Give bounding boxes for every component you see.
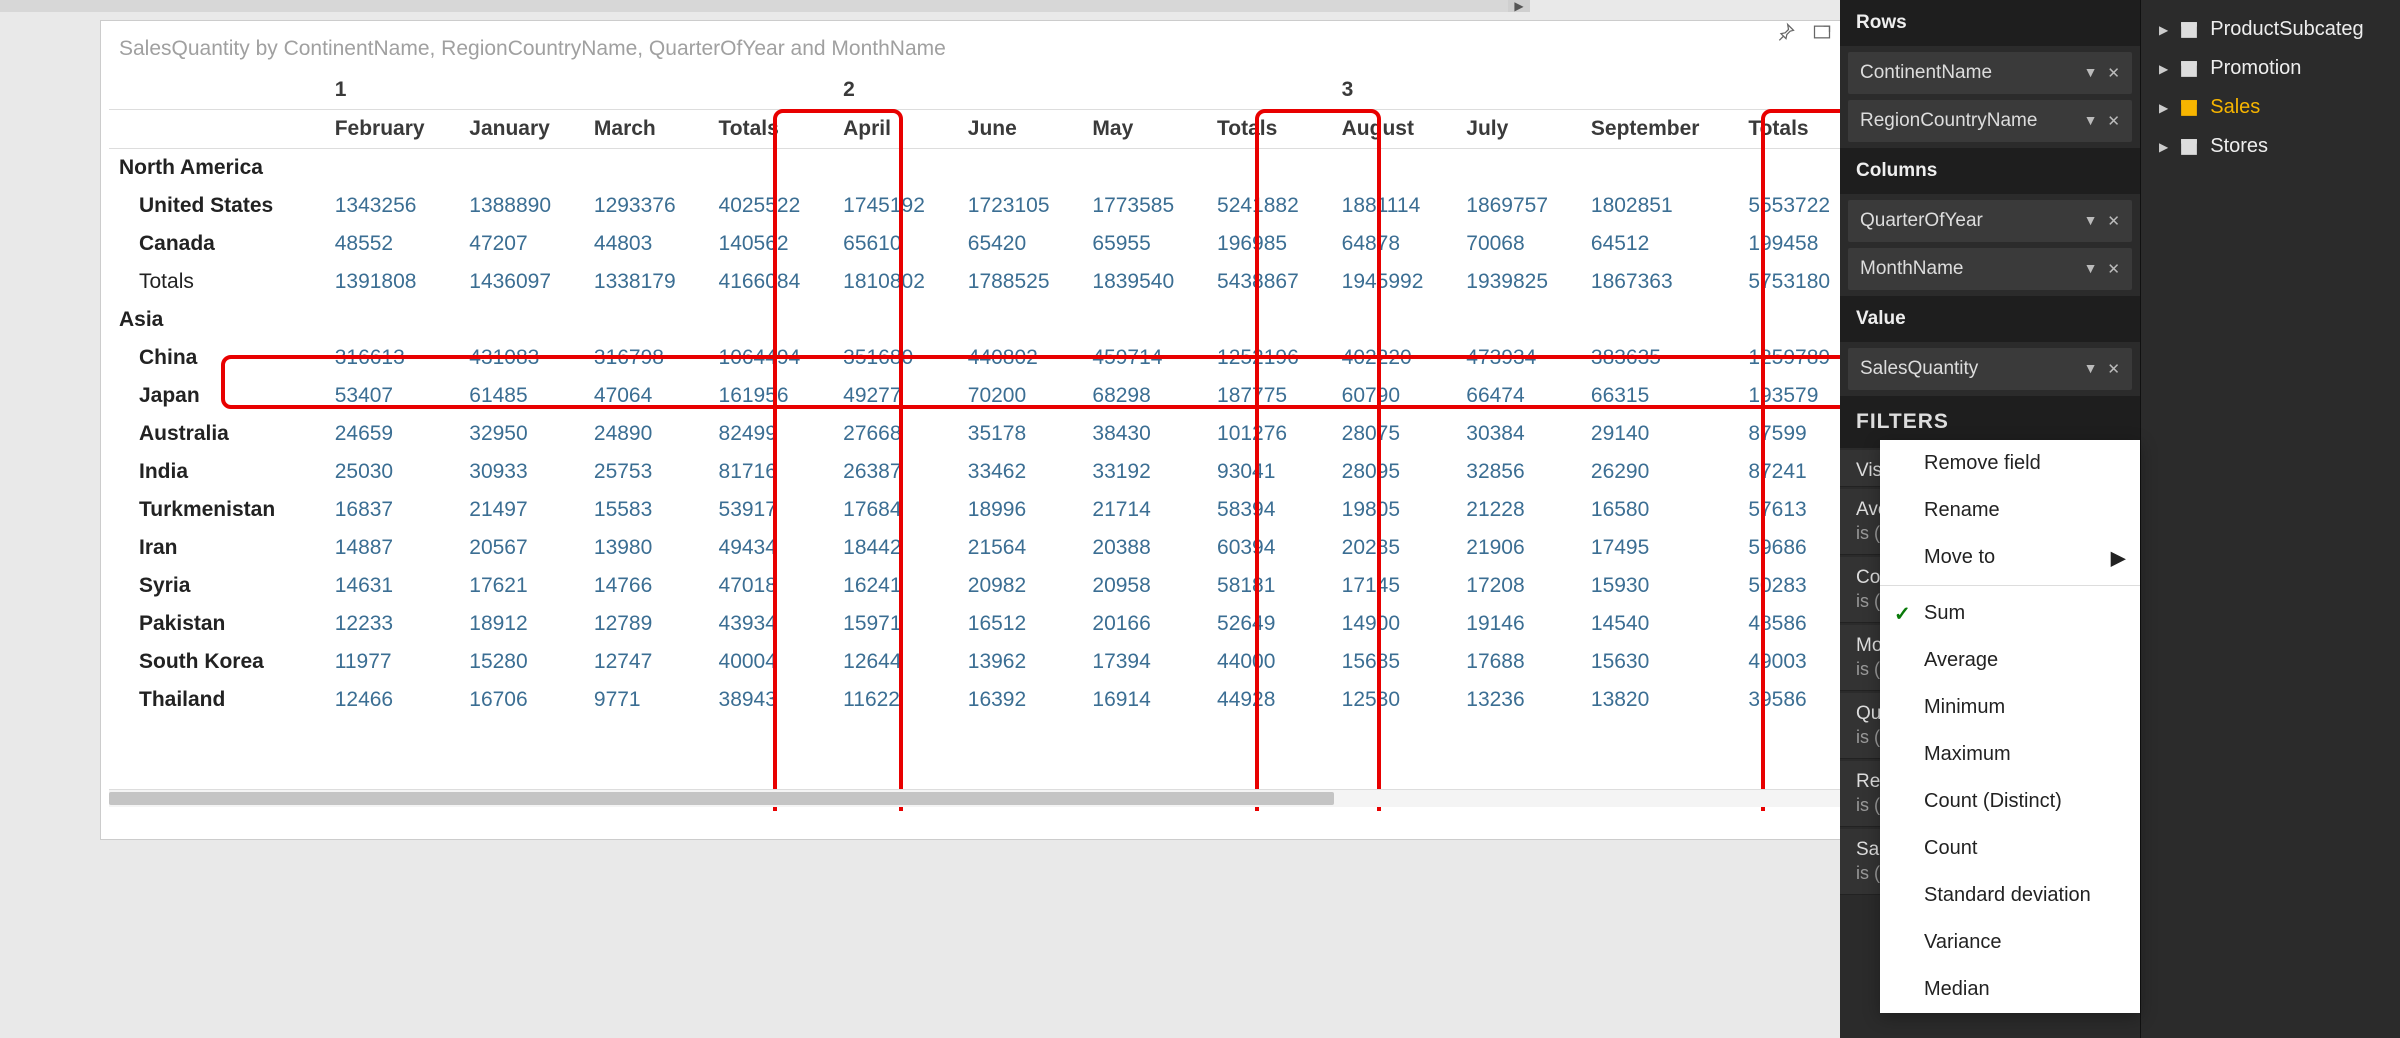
month-header: June [958, 110, 1083, 149]
menu-item-aggregation[interactable]: ✓Sum [1880, 590, 2140, 637]
month-header: September [1581, 110, 1738, 149]
month-header: Totals [1207, 110, 1332, 149]
check-icon: ✓ [1894, 601, 1911, 626]
report-canvas[interactable]: ▶ ··· SalesQuantity by ContinentName, Re… [0, 0, 1840, 1038]
quarter-header: 1 [325, 71, 833, 110]
totals-row: Totals1391808143609713381794166084181080… [109, 263, 1863, 301]
field-table-item[interactable]: ▶ ProductSubcateg [2141, 10, 2400, 49]
visual-title: SalesQuantity by ContinentName, RegionCo… [101, 21, 1879, 71]
rows-header: Rows [1840, 0, 2140, 46]
country-row[interactable]: South Korea11977152801274740004126441396… [109, 643, 1863, 681]
remove-field-icon[interactable]: ✕ [2107, 112, 2120, 130]
menu-item-aggregation[interactable]: Maximum [1880, 731, 2140, 778]
table-icon [2180, 99, 2198, 117]
remove-field-icon[interactable]: ✕ [2107, 260, 2120, 278]
horizontal-scrollbar[interactable] [109, 789, 1859, 807]
menu-item-aggregation[interactable]: Standard deviation [1880, 872, 2140, 919]
menu-item[interactable]: Remove field [1880, 440, 2140, 487]
quarter-header: 3 [1332, 71, 1863, 110]
table-icon [2180, 138, 2198, 156]
matrix-body: 123FebruaryJanuaryMarchTotalsAprilJuneMa… [101, 71, 1879, 811]
rows-field-well[interactable]: ContinentName▼✕ [1848, 52, 2132, 94]
matrix-visual[interactable]: ··· SalesQuantity by ContinentName, Regi… [100, 20, 1880, 840]
columns-header: Columns [1840, 148, 2140, 194]
field-table-item[interactable]: ▶ Promotion [2141, 49, 2400, 88]
chevron-down-icon[interactable]: ▼ [2084, 360, 2098, 378]
month-header: August [1332, 110, 1457, 149]
field-table-item[interactable]: ▶ Sales [2141, 88, 2400, 127]
chevron-down-icon[interactable]: ▼ [2084, 212, 2098, 230]
table-icon [2180, 60, 2198, 78]
right-panels: Rows ContinentName▼✕RegionCountryName▼✕ … [1840, 0, 2400, 1038]
table-icon [2180, 21, 2198, 39]
country-row[interactable]: Pakistan12233189121278943934159711651220… [109, 605, 1863, 643]
country-row[interactable]: Canada4855247207448031405626561065420659… [109, 225, 1863, 263]
matrix-table: 123FebruaryJanuaryMarchTotalsAprilJuneMa… [109, 71, 1863, 719]
chevron-right-icon: ▶ [2111, 545, 2126, 570]
continent-row[interactable]: Asia [109, 301, 1863, 339]
remove-field-icon[interactable]: ✕ [2107, 212, 2120, 230]
month-header: January [459, 110, 584, 149]
field-context-menu[interactable]: Remove fieldRenameMove to▶ ✓SumAverageMin… [1880, 440, 2140, 1013]
expand-icon[interactable]: ▶ [2159, 140, 2168, 154]
menu-item-aggregation[interactable]: Count (Distinct) [1880, 778, 2140, 825]
menu-item-aggregation[interactable]: Average [1880, 637, 2140, 684]
chevron-down-icon[interactable]: ▼ [2084, 260, 2098, 278]
menu-item-aggregation[interactable]: Minimum [1880, 684, 2140, 731]
canvas-horiz-scrollbar[interactable]: ▶ [0, 0, 1530, 12]
chevron-down-icon[interactable]: ▼ [2084, 64, 2098, 82]
menu-item[interactable]: Rename [1880, 487, 2140, 534]
month-header: May [1082, 110, 1207, 149]
remove-field-icon[interactable]: ✕ [2107, 64, 2120, 82]
pin-icon[interactable] [1775, 21, 1797, 43]
country-row[interactable]: Thailand12466167069771389431162216392169… [109, 681, 1863, 719]
month-header: April [833, 110, 958, 149]
menu-item-aggregation[interactable]: Median [1880, 966, 2140, 1013]
country-row[interactable]: Australia2465932950248908249927668351783… [109, 415, 1863, 453]
rows-field-well[interactable]: RegionCountryName▼✕ [1848, 100, 2132, 142]
chevron-down-icon[interactable]: ▼ [2084, 112, 2098, 130]
country-row[interactable]: Iran148872056713980494341844221564203886… [109, 529, 1863, 567]
visualizations-pane[interactable]: Rows ContinentName▼✕RegionCountryName▼✕ … [1840, 0, 2140, 1038]
menu-item-moveto[interactable]: Move to▶ [1880, 534, 2140, 581]
month-header: Totals [709, 110, 834, 149]
columns-field-well[interactable]: MonthName▼✕ [1848, 248, 2132, 290]
month-header: March [584, 110, 709, 149]
continent-row[interactable]: North America [109, 149, 1863, 188]
country-row[interactable]: Japan53407614854706416195649277702006829… [109, 377, 1863, 415]
quarter-header: 2 [833, 71, 1332, 110]
fields-pane[interactable]: ▶ ProductSubcateg▶ Promotion▶ Sales▶ Sto… [2140, 0, 2400, 1038]
month-header: February [325, 110, 460, 149]
country-row[interactable]: United States134325613888901293376402552… [109, 187, 1863, 225]
expand-icon[interactable]: ▶ [2159, 101, 2168, 115]
country-row[interactable]: Turkmenistan1683721497155835391717684189… [109, 491, 1863, 529]
columns-field-well[interactable]: QuarterOfYear▼✕ [1848, 200, 2132, 242]
month-header: July [1456, 110, 1581, 149]
expand-icon[interactable]: ▶ [2159, 62, 2168, 76]
remove-field-icon[interactable]: ✕ [2107, 360, 2120, 378]
value-header: Value [1840, 296, 2140, 342]
country-row[interactable]: India25030309332575381716263873346233192… [109, 453, 1863, 491]
country-row[interactable]: China31661343108331679810644943516804408… [109, 339, 1863, 377]
value-field-well[interactable]: SalesQuantity▼✕ [1848, 348, 2132, 390]
menu-item-aggregation[interactable]: Variance [1880, 919, 2140, 966]
field-table-item[interactable]: ▶ Stores [2141, 127, 2400, 166]
expand-icon[interactable]: ▶ [2159, 23, 2168, 37]
focus-mode-icon[interactable] [1811, 21, 1833, 43]
country-row[interactable]: Syria14631176211476647018162412098220958… [109, 567, 1863, 605]
menu-item-aggregation[interactable]: Count [1880, 825, 2140, 872]
